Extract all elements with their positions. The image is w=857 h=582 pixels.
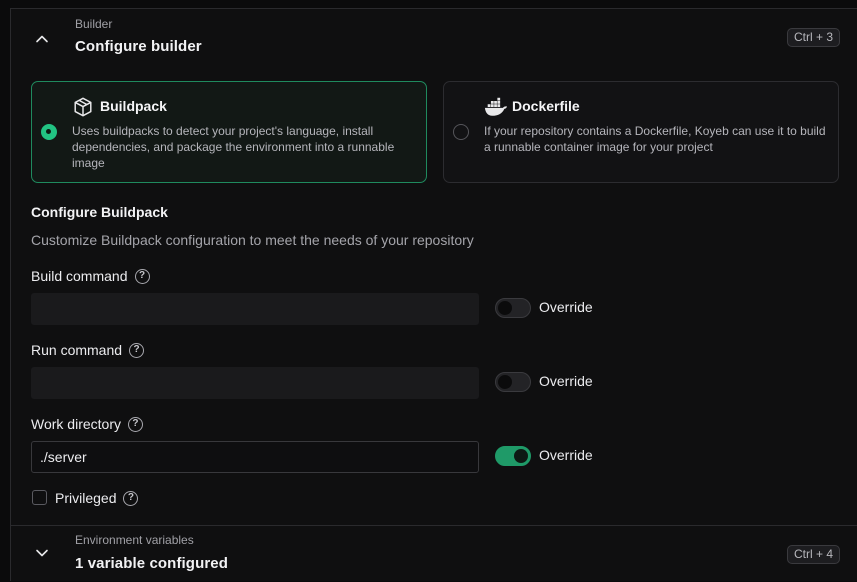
- privileged-label: Privileged ?: [55, 490, 139, 506]
- work-directory-override-toggle[interactable]: [495, 446, 531, 466]
- section-title: Configure builder: [75, 38, 202, 55]
- section-kicker: Environment variables: [75, 533, 194, 547]
- builder-option-buildpack[interactable]: Buildpack Uses buildpacks to detect your…: [31, 81, 427, 183]
- run-command-input[interactable]: [31, 367, 479, 399]
- section-title: 1 variable configured: [75, 555, 228, 572]
- buildpack-config-heading: Configure Buildpack: [31, 204, 168, 220]
- chevron-down-icon[interactable]: [32, 543, 52, 563]
- keyboard-shortcut-badge: Ctrl + 3: [786, 28, 840, 47]
- help-icon[interactable]: ?: [129, 342, 145, 358]
- env-section-header[interactable]: Environment variables 1 variable configu…: [11, 526, 857, 582]
- help-icon[interactable]: ?: [127, 416, 143, 432]
- run-command-label: Run command ?: [31, 342, 145, 358]
- service-settings-panel: Builder Configure builder Ctrl + 3 Build…: [10, 8, 857, 581]
- option-description: If your repository contains a Dockerfile…: [484, 124, 826, 154]
- build-command-label: Build command ?: [31, 268, 150, 284]
- option-title: Buildpack: [100, 98, 167, 114]
- help-icon[interactable]: ?: [134, 268, 150, 284]
- keyboard-shortcut-badge: Ctrl + 4: [786, 545, 840, 564]
- build-command-override-toggle[interactable]: [495, 298, 531, 318]
- help-icon[interactable]: ?: [123, 490, 139, 506]
- buildpack-config-description: Customize Buildpack configuration to mee…: [31, 232, 474, 248]
- builder-section-header[interactable]: Builder Configure builder Ctrl + 3: [11, 9, 857, 81]
- run-command-override-toggle[interactable]: [495, 372, 531, 392]
- override-label: Override: [539, 373, 593, 389]
- build-command-input[interactable]: [31, 293, 479, 325]
- override-label: Override: [539, 447, 593, 463]
- option-description: Uses buildpacks to detect your project's…: [72, 124, 395, 170]
- section-kicker: Builder: [75, 17, 113, 31]
- work-directory-input[interactable]: [31, 441, 479, 473]
- docker-icon: [484, 96, 508, 118]
- override-label: Override: [539, 299, 593, 315]
- dockerfile-radio[interactable]: [453, 124, 469, 140]
- buildpack-radio[interactable]: [41, 124, 57, 140]
- privileged-checkbox[interactable]: [32, 490, 47, 505]
- option-title: Dockerfile: [512, 98, 580, 114]
- builder-option-dockerfile[interactable]: Dockerfile If your repository contains a…: [443, 81, 839, 183]
- work-directory-label: Work directory ?: [31, 416, 143, 432]
- chevron-up-icon[interactable]: [32, 29, 52, 49]
- package-icon: [72, 96, 94, 118]
